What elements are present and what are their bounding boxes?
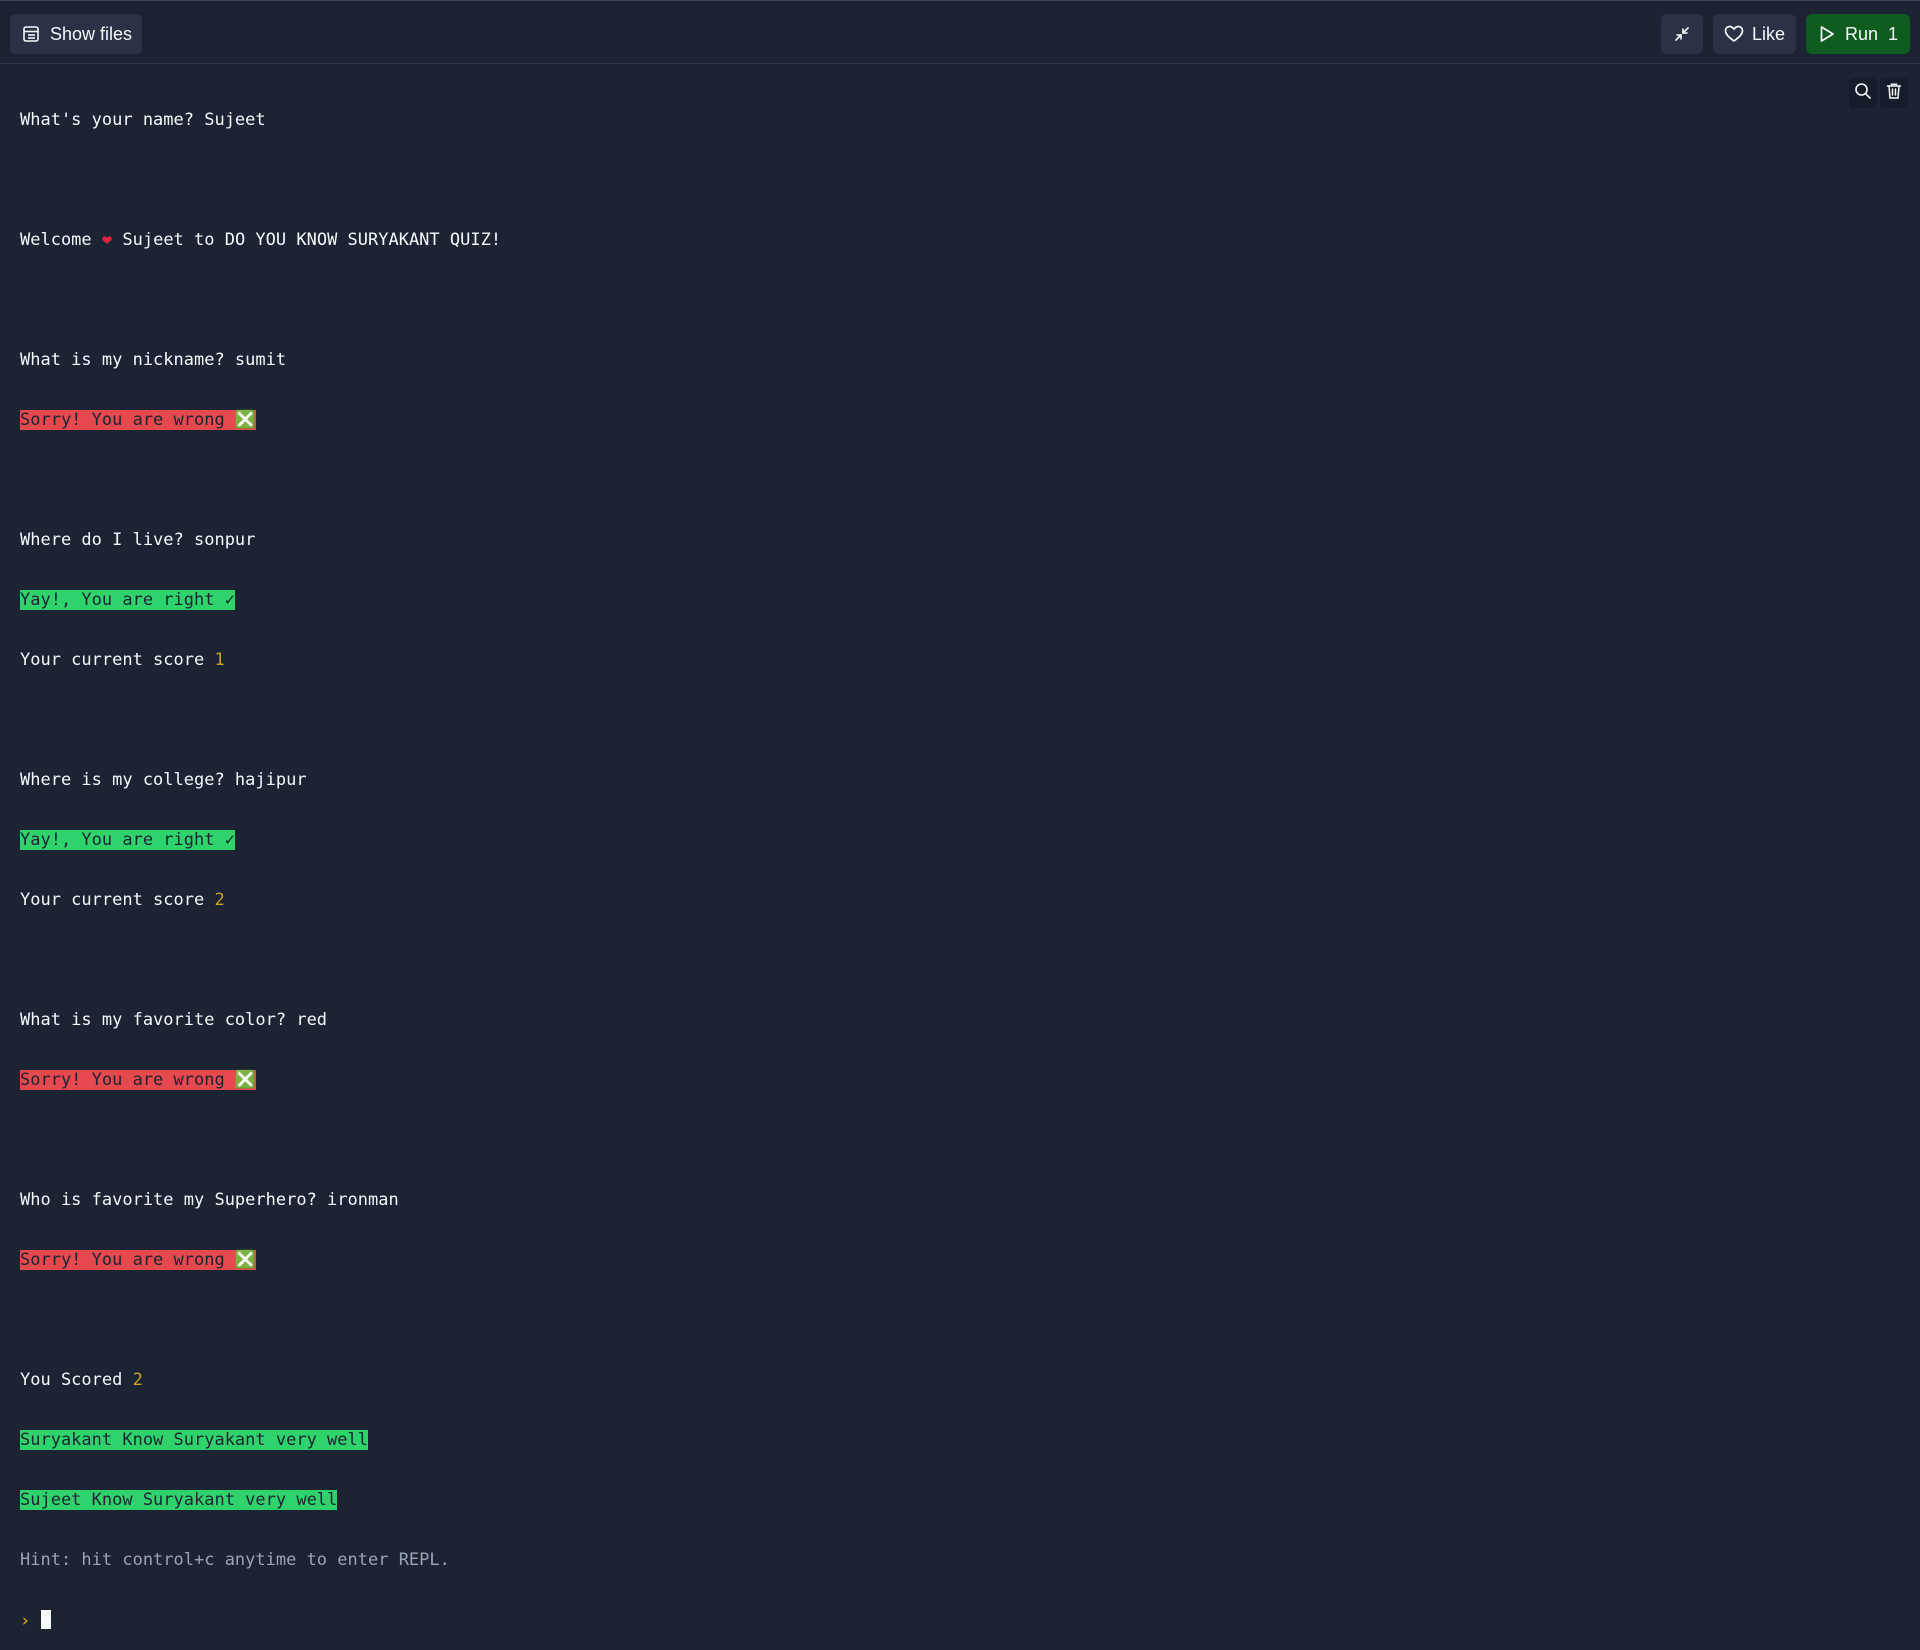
console-line: Yay!, You are right ✓ xyxy=(20,830,1820,850)
right-answer-message: Yay!, You are right ✓ xyxy=(20,830,235,850)
console-line: Sorry! You are wrong ❎ xyxy=(20,410,1820,430)
run-label: Run xyxy=(1845,23,1879,44)
play-icon xyxy=(1819,25,1835,43)
console-line: You Scored 2 xyxy=(20,1370,143,1390)
like-button[interactable]: Like xyxy=(1713,14,1796,54)
console-line: Who is favorite my Superhero? ironman xyxy=(20,1190,399,1210)
collapse-icon xyxy=(1673,25,1691,43)
console-line: Welcome ❤ Sujeet to DO YOU KNOW SURYAKAN… xyxy=(20,230,502,250)
files-icon xyxy=(22,25,40,43)
console-line: Where is my college? hajipur xyxy=(20,770,307,790)
wrong-answer-message: Sorry! You are wrong ❎ xyxy=(20,1070,257,1090)
console-line: What is my favorite color? red xyxy=(20,1010,328,1030)
run-button[interactable]: Run 1 xyxy=(1806,14,1910,54)
console-line: Hint: hit control+c anytime to enter REP… xyxy=(20,1550,1820,1570)
verdict-message: Suryakant Know Suryakant very well xyxy=(20,1430,368,1450)
console-line: Sorry! You are wrong ❎ xyxy=(20,1250,1820,1270)
console-tools xyxy=(1849,78,1908,108)
show-files-button[interactable]: Show files xyxy=(10,14,142,54)
console-line: What is my nickname? sumit xyxy=(20,350,287,370)
console-line: Suryakant Know Suryakant very well xyxy=(20,1430,1820,1450)
verdict-message: Sujeet Know Suryakant very well xyxy=(20,1490,338,1510)
console-line: What's your name? Sujeet xyxy=(20,110,266,130)
wrong-answer-message: Sorry! You are wrong ❎ xyxy=(20,1250,257,1270)
prompt-symbol: › xyxy=(20,1611,31,1631)
console-line: Where do I live? sonpur xyxy=(20,530,256,550)
heart-icon: ❤ xyxy=(101,230,113,250)
top-toolbar: Show files Like Run 1 xyxy=(0,0,1920,64)
console-line: Sujeet Know Suryakant very well xyxy=(20,1490,1820,1510)
console-output[interactable]: What's your name? Sujeet Welcome ❤ Sujee… xyxy=(20,70,1820,1650)
repl-hint: Hint: hit control+c anytime to enter REP… xyxy=(20,1550,450,1570)
show-files-label: Show files xyxy=(50,23,133,44)
console-line: Your current score 1 xyxy=(20,650,225,670)
heart-outline-icon xyxy=(1724,25,1744,43)
trash-icon xyxy=(1885,82,1903,104)
clear-console-button[interactable] xyxy=(1880,78,1908,108)
final-score-value: 2 xyxy=(132,1370,143,1390)
score-value: 1 xyxy=(214,650,225,670)
like-label: Like xyxy=(1752,23,1786,44)
run-count: 1 xyxy=(1888,23,1899,44)
console-line: Your current score 2 xyxy=(20,890,225,910)
score-value: 2 xyxy=(214,890,225,910)
console-input-line[interactable]: › xyxy=(20,1610,1820,1631)
search-console-button[interactable] xyxy=(1849,78,1877,108)
collapse-button[interactable] xyxy=(1661,14,1703,54)
text-cursor xyxy=(40,1610,51,1629)
search-icon xyxy=(1854,82,1872,104)
wrong-answer-message: Sorry! You are wrong ❎ xyxy=(20,410,257,430)
console-line: Sorry! You are wrong ❎ xyxy=(20,1070,1820,1090)
right-answer-message: Yay!, You are right ✓ xyxy=(20,590,235,610)
console-line: Yay!, You are right ✓ xyxy=(20,590,1820,610)
